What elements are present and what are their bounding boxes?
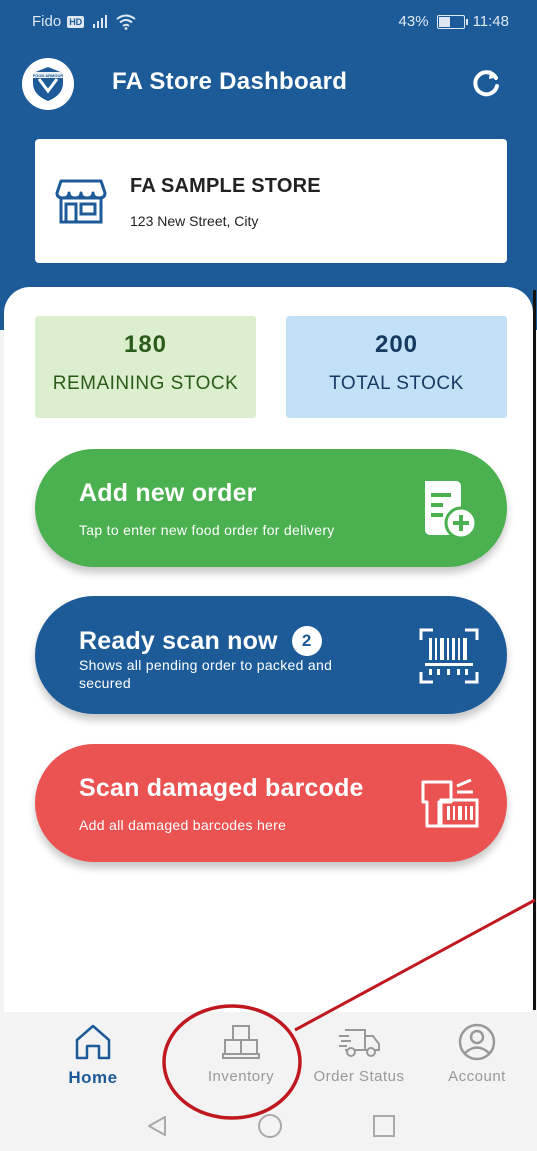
remaining-stock-card: 180 REMAINING STOCK	[35, 316, 256, 418]
add-order-subtitle: Tap to enter new food order for delivery	[79, 522, 335, 538]
remaining-stock-value: 180	[123, 331, 168, 358]
home-icon	[75, 1024, 111, 1060]
damaged-subtitle: Add all damaged barcodes here	[79, 817, 287, 833]
recents-square-icon[interactable]	[372, 1114, 396, 1138]
wifi-icon	[116, 14, 136, 30]
phone-screen: Fido HD 43% 11:48 FOOD ARMOUR FA Store D…	[0, 0, 537, 1151]
remaining-stock-label: REMAINING STOCK	[52, 373, 239, 394]
total-stock-value: 200	[374, 331, 419, 358]
ready-scan-title: Ready scan now 2	[79, 626, 322, 656]
scan-damaged-barcode-button[interactable]: Scan damaged barcode Add all damaged bar…	[35, 744, 507, 862]
damaged-title-text: Scan damaged barcode	[79, 774, 364, 802]
barcode-scan-icon	[419, 628, 479, 684]
signal-icon	[93, 14, 108, 28]
boxes-icon	[222, 1025, 260, 1059]
add-new-order-button[interactable]: Add new order Tap to enter new food orde…	[35, 449, 507, 567]
add-order-title-text: Add new order	[79, 479, 257, 507]
total-stock-label: TOTAL STOCK	[329, 373, 464, 394]
bottom-navigation: Home Inventory Order Status Account	[0, 1012, 537, 1100]
system-navigation-bar	[0, 1100, 537, 1151]
pending-count-badge: 2	[291, 626, 322, 656]
nav-home-label: Home	[68, 1068, 118, 1087]
add-document-icon	[425, 481, 478, 540]
nav-inventory[interactable]: Inventory	[186, 1022, 296, 1085]
add-order-title: Add new order	[79, 479, 257, 508]
total-stock-card: 200 TOTAL STOCK	[286, 316, 507, 418]
carrier-label: Fido	[32, 13, 62, 30]
store-address: 123 New Street, City	[130, 213, 259, 229]
app-bar: FOOD ARMOUR FA Store Dashboard	[0, 54, 537, 114]
ready-scan-button[interactable]: Ready scan now 2 Shows all pending order…	[35, 596, 507, 714]
store-card: FA SAMPLE STORE 123 New Street, City	[35, 139, 507, 263]
delivery-truck-icon	[339, 1029, 380, 1057]
status-bar: Fido HD 43% 11:48	[0, 0, 537, 44]
ready-scan-title-text: Ready scan now	[79, 626, 278, 655]
store-icon	[55, 179, 107, 224]
refresh-icon[interactable]	[469, 66, 503, 100]
nav-inventory-label: Inventory	[207, 1068, 275, 1085]
home-circle-icon[interactable]	[257, 1113, 283, 1139]
store-name: FA SAMPLE STORE	[130, 175, 321, 197]
nav-account-label: Account	[448, 1068, 506, 1085]
shield-logo-icon: FOOD ARMOUR	[31, 67, 65, 101]
ready-scan-subtitle: Shows all pending order to packed and se…	[79, 657, 333, 691]
barcode-scanner-icon	[421, 778, 479, 828]
clock: 11:48	[472, 13, 509, 30]
hd-badge: HD	[67, 15, 85, 28]
app-logo: FOOD ARMOUR	[22, 58, 74, 110]
back-icon[interactable]	[145, 1114, 169, 1138]
status-left: Fido HD	[32, 13, 136, 30]
nav-account[interactable]: Account	[422, 1022, 532, 1085]
status-right: 43% 11:48	[399, 13, 509, 30]
screen-edge-divider	[533, 290, 536, 1010]
damaged-title: Scan damaged barcode	[79, 774, 364, 803]
nav-home[interactable]: Home	[38, 1022, 148, 1088]
battery-icon	[436, 14, 468, 29]
page-title: FA Store Dashboard	[112, 68, 348, 95]
account-icon	[458, 1023, 496, 1061]
battery-percent: 43%	[398, 13, 429, 30]
logo-text: FOOD ARMOUR	[33, 73, 64, 78]
nav-order-status[interactable]: Order Status	[304, 1022, 414, 1085]
nav-order-status-label: Order Status	[313, 1068, 405, 1085]
